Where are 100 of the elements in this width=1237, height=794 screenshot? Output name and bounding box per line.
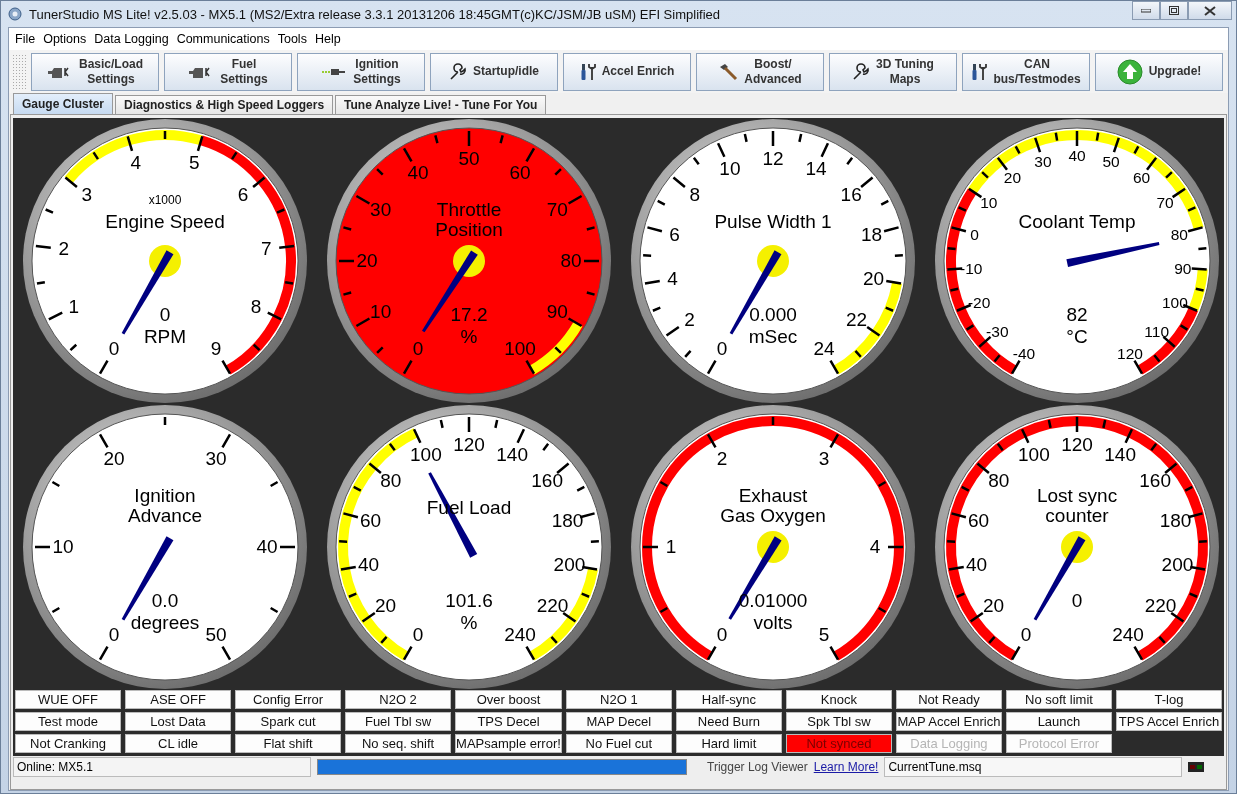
scale-label: 80 [560,250,582,271]
hammer-icon [718,62,739,81]
scale-label: 40 [1068,147,1086,164]
scale-label: 4 [130,152,142,174]
maximize-button[interactable] [1160,1,1188,20]
menu-item[interactable]: Data Logging [90,32,173,46]
status-indicator: Flat shift [235,734,342,753]
menu-item[interactable]: Options [39,32,91,46]
toolbar-button[interactable]: Ignition Settings [297,52,425,91]
scale-label: 60 [359,509,382,531]
scale-label: 160 [1139,470,1171,492]
gauge-title: Pulse Width 1 [714,211,832,232]
menu-item[interactable]: Help [310,32,345,46]
scale-label: 9 [210,338,222,360]
scale-label: 6 [669,223,680,245]
scale-label: -30 [986,322,1009,340]
app-icon [7,6,23,22]
scale-label: 0 [716,338,728,360]
status-indicator: N2O 2 [345,690,452,709]
status-indicator: MAPsample error! [455,734,562,753]
scale-label: -20 [967,293,991,311]
scale-label: 100 [1162,293,1188,311]
gauge-units: % [460,612,478,633]
toolbar-button[interactable]: Boost/ Advanced [696,52,824,91]
gauge-title: Position [435,219,503,240]
scale-label: 100 [504,338,536,360]
connection-status: Online: MX5.1 [13,757,311,777]
status-indicator: Not synced [785,734,892,753]
scale-label: 110 [1144,322,1170,340]
close-button[interactable] [1188,1,1232,20]
scale-label: 20 [103,447,125,469]
menu-item[interactable]: File [11,32,40,46]
scale-label: 16 [840,184,862,206]
status-indicator: Launch [1005,712,1112,731]
toolbar-grip[interactable] [12,53,26,90]
status-indicator: MAP Decel [565,712,672,731]
scale-label: 40 [407,161,429,183]
scale-label: 2 [58,238,69,260]
scale-label: 70 [546,199,568,220]
scale-label: 40 [966,553,988,575]
scale-label: 60 [1132,168,1151,186]
scale-label: 200 [553,553,586,575]
scale-label: 140 [496,443,528,465]
gauge-value: 82 [1066,304,1088,325]
tab[interactable]: Gauge Cluster [13,93,114,114]
menu-item[interactable]: Communications [172,32,274,46]
status-indicator: TPS Decel [455,712,562,731]
scale-label: 20 [1003,168,1022,186]
wrench-icon [449,62,467,81]
learn-more-link[interactable]: Learn More! [813,760,879,774]
scale-label: 0 [412,338,424,360]
scale-label: 60 [509,161,531,183]
scale-label: 10 [370,301,392,322]
scale-label: 5 [188,152,200,174]
toolbar-button[interactable]: Fuel Settings [164,52,292,91]
scale-label: 120 [1061,434,1093,455]
toolbar-button[interactable]: CAN bus/Testmodes [962,52,1090,91]
toolbar-button[interactable]: Upgrade! [1095,52,1223,91]
scale-label: 20 [356,250,378,271]
scale-label: 12 [762,148,784,169]
gauge-units: % [460,326,478,347]
scale-label: 0 [970,225,979,243]
scale-label: 8 [689,184,701,206]
scale-label: 10 [719,157,741,179]
scale-label: 5 [818,624,830,646]
gauge-title: Engine Speed [105,211,225,232]
scale-label: 4 [667,267,678,289]
gauge-title: Lost sync [1036,485,1118,506]
status-indicator: No Fuel cut [565,734,672,753]
tune-file-name: CurrentTune.msq [884,757,1182,777]
scale-label: 20 [374,594,396,616]
gauge-units: degrees [130,612,200,633]
status-indicator: CL idle [125,734,232,753]
toolbar-button[interactable]: Basic/Load Settings [31,52,159,91]
toolbar-button[interactable]: Startup/idle [430,52,558,91]
scale-label: 240 [1112,624,1144,646]
tab[interactable]: Tune Analyze Live! - Tune For You [335,95,547,114]
scale-label: 3 [818,447,830,469]
gauge-title: counter [1045,505,1109,526]
scale-label: 0 [108,338,120,360]
toolbar-button[interactable]: Accel Enrich [563,52,691,91]
scale-multiplier: x1000 [148,193,182,207]
scale-label: 180 [1159,509,1192,531]
scale-label: 100 [410,443,442,465]
close-icon [1204,5,1216,16]
status-indicator: Lost Data [125,712,232,731]
scale-label: 14 [805,157,827,179]
toolbar-button[interactable]: 3D Tuning Maps [829,52,957,91]
status-indicator: Over boost [455,690,562,709]
scale-label: 10 [980,194,998,212]
scale-label: 140 [1104,443,1136,465]
menu-item[interactable]: Tools [273,32,311,46]
scale-label: 80 [988,470,1010,492]
tab[interactable]: Diagnostics & High Speed Loggers [115,95,334,114]
scale-label: 30 [370,199,392,220]
scale-label: 100 [1018,443,1050,465]
gauge-units: volts [753,612,793,633]
scale-label: 6 [237,184,249,206]
trigger-log-viewer-button[interactable]: Trigger Log Viewer [707,760,808,774]
scale-label: 50 [458,148,480,169]
